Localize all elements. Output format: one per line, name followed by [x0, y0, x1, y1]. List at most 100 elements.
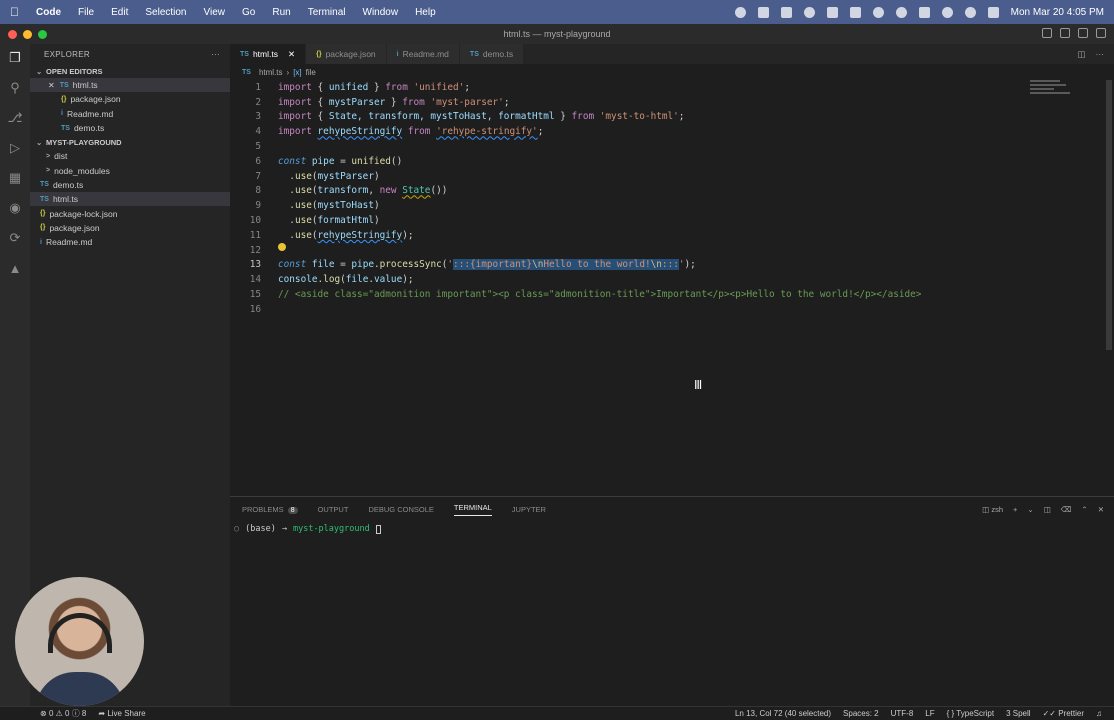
source-control-icon[interactable]: ⎇: [7, 110, 23, 126]
split-terminal-icon[interactable]: ◫: [1044, 505, 1051, 514]
wifi-icon[interactable]: [941, 6, 953, 18]
status-eol[interactable]: LF: [925, 709, 934, 718]
open-editor-item[interactable]: TS demo.ts: [30, 121, 230, 135]
battery-icon[interactable]: [918, 6, 930, 18]
trash-icon[interactable]: ⌫: [1061, 505, 1072, 514]
split-editor-icon[interactable]: ◫: [1077, 49, 1085, 60]
status-language[interactable]: { } TypeScript: [947, 709, 994, 718]
close-tab-icon[interactable]: ✕: [288, 49, 295, 60]
open-editor-label: demo.ts: [73, 123, 105, 134]
tab-terminal[interactable]: TERMINAL: [453, 503, 492, 516]
folder-item[interactable]: > node_modules: [30, 163, 230, 177]
tab-jupyter[interactable]: JUPYTER: [512, 505, 546, 514]
live-share-button[interactable]: ➦ Live Share: [98, 709, 145, 718]
customize-layout-icon[interactable]: [1096, 28, 1106, 38]
close-panel-icon[interactable]: ✕: [1098, 505, 1104, 514]
tab-problems[interactable]: PROBLEMS 8: [242, 505, 298, 514]
explorer-files-icon[interactable]: ❐: [7, 50, 23, 66]
status-spell[interactable]: 3 Spell: [1006, 709, 1030, 718]
breadcrumb-file[interactable]: html.ts: [259, 68, 283, 77]
window-title: html.ts — myst-playground: [503, 29, 611, 39]
maximize-panel-icon[interactable]: ⌃: [1081, 505, 1087, 514]
file-item[interactable]: TS demo.ts: [30, 178, 230, 192]
layout-controls: [1042, 28, 1106, 38]
tab-output[interactable]: OUTPUT: [318, 505, 349, 514]
open-editor-item[interactable]: ✕ TS html.ts: [30, 78, 230, 93]
chevron-down-icon[interactable]: ⌄: [1027, 505, 1033, 514]
json-file-icon: {}: [40, 210, 46, 218]
lightbulb-icon[interactable]: [278, 243, 286, 251]
folder-item[interactable]: > dist: [30, 149, 230, 163]
menu-app-name[interactable]: Code: [36, 7, 61, 18]
menu-terminal[interactable]: Terminal: [308, 7, 346, 18]
close-icon[interactable]: ✕: [48, 81, 55, 90]
status-icon-5[interactable]: [826, 6, 838, 18]
apple-menu-icon[interactable]: : [10, 5, 22, 19]
status-encoding[interactable]: UTF-8: [891, 709, 914, 718]
more-actions-icon[interactable]: ···: [1096, 49, 1105, 59]
line-number: 5: [255, 141, 261, 153]
status-icon-8[interactable]: [895, 6, 907, 18]
menu-help[interactable]: Help: [415, 7, 436, 18]
status-position[interactable]: Ln 13, Col 72 (40 selected): [735, 709, 831, 718]
toggle-secondary-sidebar-icon[interactable]: [1078, 28, 1088, 38]
toggle-sidebar-icon[interactable]: [1042, 28, 1052, 38]
zoom-window-button[interactable]: [38, 30, 47, 39]
minimize-window-button[interactable]: [23, 30, 32, 39]
remote-explorer-icon[interactable]: ⟳: [7, 230, 23, 246]
tab-package-json[interactable]: {} package.json: [306, 44, 387, 64]
status-icon-6[interactable]: [849, 6, 861, 18]
tab-demo-ts[interactable]: TS demo.ts: [459, 44, 525, 64]
clock[interactable]: Mon Mar 20 4:05 PM: [1011, 7, 1104, 18]
menu-view[interactable]: View: [204, 7, 226, 18]
status-icon-7[interactable]: [872, 6, 884, 18]
tab-debug-console[interactable]: DEBUG CONSOLE: [368, 505, 433, 514]
toggle-panel-icon[interactable]: [1060, 28, 1070, 38]
terminal-prompt[interactable]: ○ (base) → myst-playground: [230, 524, 1114, 534]
open-editors-section[interactable]: ⌄ OPEN EDITORS: [30, 64, 230, 78]
tab-html-ts[interactable]: TS html.ts ✕: [230, 44, 307, 64]
file-item[interactable]: {} package-lock.json: [30, 206, 230, 220]
spotlight-search-icon[interactable]: [964, 6, 976, 18]
status-icon-3[interactable]: [780, 6, 792, 18]
menu-go[interactable]: Go: [242, 7, 255, 18]
close-window-button[interactable]: [8, 30, 17, 39]
editor-scrollbar[interactable]: [1106, 80, 1112, 350]
open-editor-item[interactable]: i Readme.md: [30, 107, 230, 121]
chevron-down-icon: ⌄: [36, 66, 43, 76]
file-item[interactable]: {} package.json: [30, 221, 230, 235]
line-number: 1: [255, 81, 261, 93]
new-terminal-icon[interactable]: +: [1013, 505, 1017, 514]
search-icon[interactable]: ⚲: [7, 80, 23, 96]
file-item[interactable]: TS html.ts: [30, 192, 230, 207]
menu-selection[interactable]: Selection: [145, 7, 186, 18]
status-indent[interactable]: Spaces: 2: [843, 709, 879, 718]
menu-window[interactable]: Window: [363, 7, 399, 18]
more-actions-icon[interactable]: ···: [211, 50, 220, 59]
minimap[interactable]: [1030, 80, 1080, 110]
gear-status-icon[interactable]: [803, 6, 815, 18]
menu-run[interactable]: Run: [272, 7, 290, 18]
open-editor-item[interactable]: {} package.json: [30, 92, 230, 106]
line-content: const file = pipe.processSync(':::{impor…: [278, 259, 696, 271]
tab-readme-md[interactable]: i Readme.md: [386, 44, 460, 64]
docker-icon[interactable]: ▲: [7, 260, 23, 276]
code-editor[interactable]: 1 import { unified } from 'unified'; 2 i…: [230, 80, 1100, 495]
terminal-dir: myst-playground: [292, 524, 370, 534]
breadcrumb-symbol[interactable]: file: [306, 68, 316, 77]
github-icon[interactable]: ◉: [7, 200, 23, 216]
status-icon-2[interactable]: [757, 6, 769, 18]
terminal-shell-label[interactable]: ◫ zsh: [982, 505, 1003, 514]
extensions-icon[interactable]: ▦: [7, 170, 23, 186]
run-debug-icon[interactable]: ▷: [7, 140, 23, 156]
file-item[interactable]: i Readme.md: [30, 235, 230, 249]
notifications-bell-icon[interactable]: ♫: [1096, 709, 1102, 718]
menu-file[interactable]: File: [78, 7, 94, 18]
menu-edit[interactable]: Edit: [111, 7, 128, 18]
window-controls: [8, 30, 47, 39]
problems-status[interactable]: ⊗ 0 ⚠ 0 ⓘ 8: [40, 708, 86, 719]
status-prettier[interactable]: ✓✓ Prettier: [1043, 709, 1084, 718]
project-section[interactable]: ⌄ MYST-PLAYGROUND: [30, 135, 230, 149]
status-icon-1[interactable]: [734, 6, 746, 18]
control-center-icon[interactable]: [987, 6, 999, 18]
